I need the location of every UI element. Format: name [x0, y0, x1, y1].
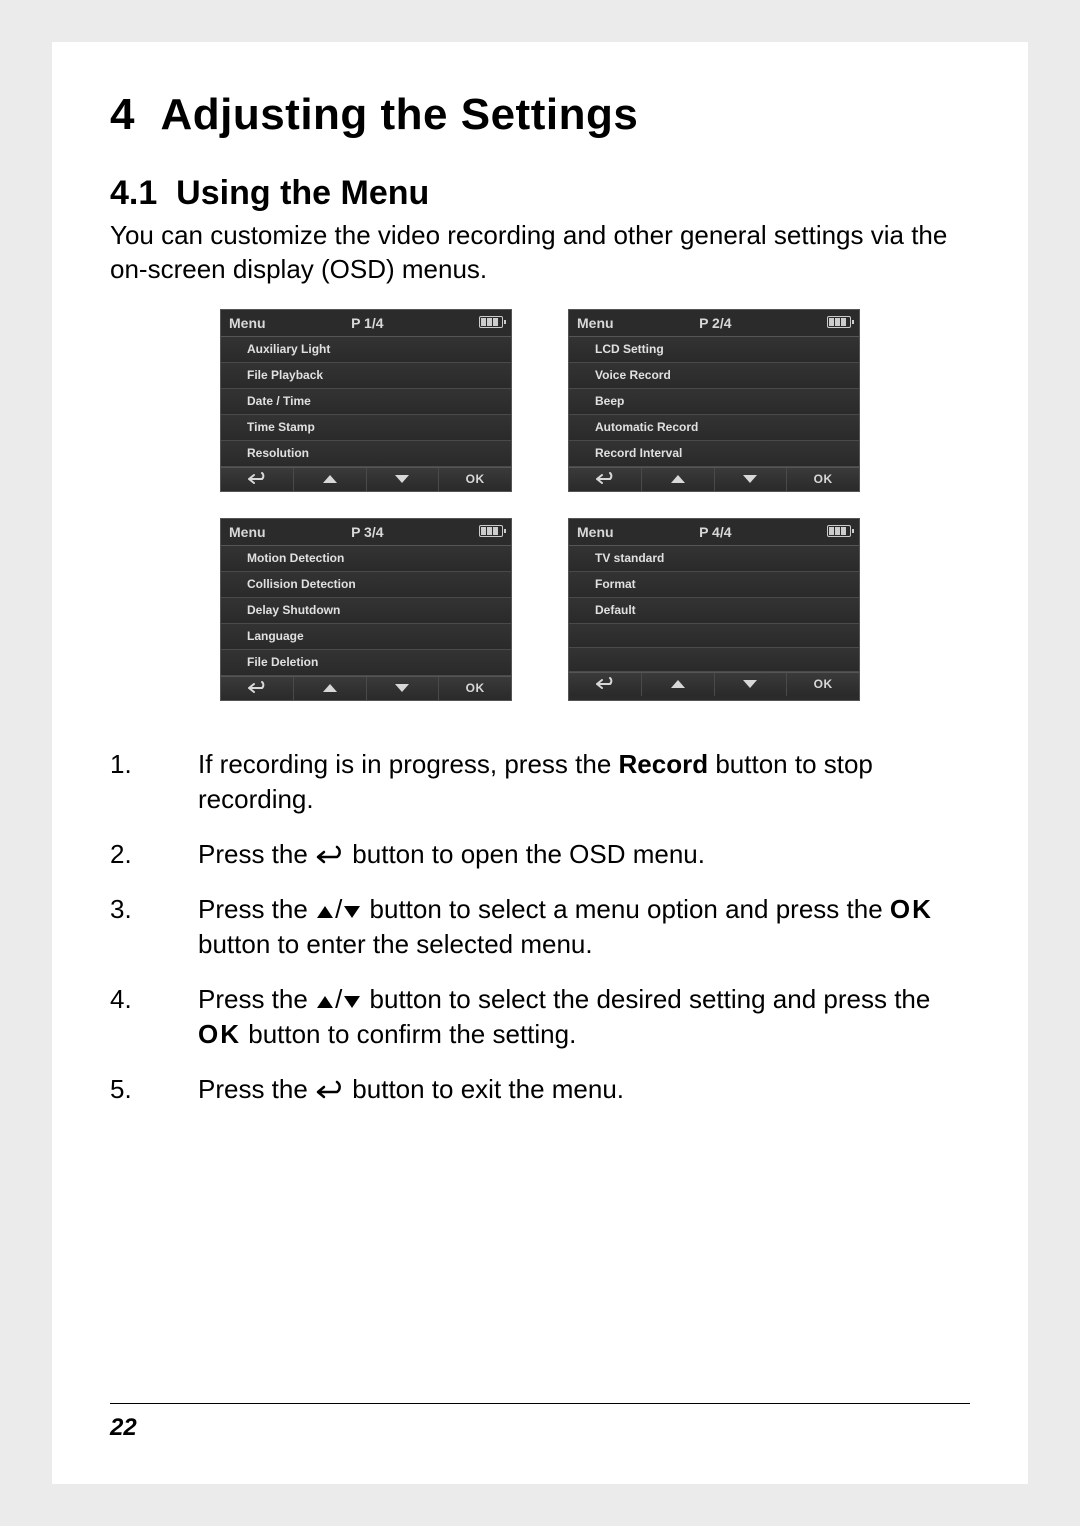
intro-paragraph: You can customize the video recording an…	[110, 219, 970, 287]
back-button[interactable]	[221, 468, 294, 491]
up-button[interactable]	[294, 468, 367, 491]
osd-page-indicator: P 4/4	[614, 524, 851, 540]
osd-item[interactable]: Delay Shutdown	[221, 598, 511, 624]
osd-item[interactable]: Default	[569, 598, 859, 624]
up-button[interactable]	[642, 468, 715, 491]
osd-menu-4: Menu P 4/4 TV standard Format Default OK	[568, 518, 860, 701]
osd-title: Menu	[577, 524, 614, 540]
osd-item	[569, 624, 859, 648]
osd-menu-2: Menu P 2/4 LCD Setting Voice Record Beep…	[568, 309, 860, 492]
down-triangle-icon	[342, 904, 362, 920]
down-button[interactable]	[367, 468, 440, 491]
step-2: Press the button to open the OSD menu.	[110, 837, 970, 872]
chapter-heading: 4 Adjusting the Settings	[110, 90, 970, 140]
section-title: Using the Menu	[176, 174, 429, 212]
osd-item[interactable]: Collision Detection	[221, 572, 511, 598]
osd-page-indicator: P 3/4	[266, 524, 503, 540]
osd-menu-1: Menu P 1/4 Auxiliary Light File Playback…	[220, 309, 512, 492]
osd-page-indicator: P 2/4	[614, 315, 851, 331]
osd-nav-bar: OK	[569, 672, 859, 696]
osd-item[interactable]: Resolution	[221, 441, 511, 467]
section-heading: 4.1 Using the Menu	[110, 174, 970, 213]
manual-page: 4 Adjusting the Settings 4.1 Using the M…	[52, 42, 1028, 1484]
step-1: If recording is in progress, press the R…	[110, 747, 970, 817]
chapter-number: 4	[110, 90, 135, 139]
step-5: Press the button to exit the menu.	[110, 1072, 970, 1107]
step-4: Press the / button to select the desired…	[110, 982, 970, 1052]
osd-item[interactable]: Date / Time	[221, 389, 511, 415]
osd-title: Menu	[229, 315, 266, 331]
battery-icon	[479, 316, 503, 328]
osd-nav-bar: OK	[569, 467, 859, 491]
osd-item	[569, 648, 859, 672]
osd-item[interactable]: File Playback	[221, 363, 511, 389]
battery-icon	[827, 316, 851, 328]
osd-header: Menu P 2/4	[569, 310, 859, 337]
osd-item[interactable]: Voice Record	[569, 363, 859, 389]
return-icon	[315, 845, 345, 865]
ok-button[interactable]: OK	[439, 468, 511, 491]
osd-header: Menu P 4/4	[569, 519, 859, 546]
back-button[interactable]	[569, 468, 642, 491]
osd-title: Menu	[229, 524, 266, 540]
page-number: 22	[110, 1414, 137, 1442]
up-triangle-icon	[315, 994, 335, 1010]
osd-item[interactable]: Automatic Record	[569, 415, 859, 441]
osd-header: Menu P 3/4	[221, 519, 511, 546]
osd-item[interactable]: Motion Detection	[221, 546, 511, 572]
up-button[interactable]	[642, 673, 715, 696]
osd-item[interactable]: Format	[569, 572, 859, 598]
section-number: 4.1	[110, 174, 157, 212]
up-button[interactable]	[294, 677, 367, 700]
down-button[interactable]	[367, 677, 440, 700]
osd-item[interactable]: LCD Setting	[569, 337, 859, 363]
down-button[interactable]	[715, 673, 788, 696]
down-button[interactable]	[715, 468, 788, 491]
osd-page-indicator: P 1/4	[266, 315, 503, 331]
footer-rule	[110, 1403, 970, 1404]
osd-menu-3: Menu P 3/4 Motion Detection Collision De…	[220, 518, 512, 701]
return-icon	[315, 1080, 345, 1100]
osd-nav-bar: OK	[221, 467, 511, 491]
osd-item[interactable]: Time Stamp	[221, 415, 511, 441]
up-triangle-icon	[315, 904, 335, 920]
chapter-title: Adjusting the Settings	[160, 90, 638, 139]
osd-item[interactable]: Auxiliary Light	[221, 337, 511, 363]
back-button[interactable]	[569, 673, 642, 696]
osd-title: Menu	[577, 315, 614, 331]
osd-item[interactable]: Beep	[569, 389, 859, 415]
osd-nav-bar: OK	[221, 676, 511, 700]
osd-item[interactable]: File Deletion	[221, 650, 511, 676]
record-label: Record	[619, 749, 709, 779]
step-3: Press the / button to select a menu opti…	[110, 892, 970, 962]
battery-icon	[827, 525, 851, 537]
ok-button[interactable]: OK	[439, 677, 511, 700]
instruction-list: If recording is in progress, press the R…	[110, 747, 970, 1108]
osd-item[interactable]: TV standard	[569, 546, 859, 572]
osd-menu-grid: Menu P 1/4 Auxiliary Light File Playback…	[220, 309, 860, 701]
down-triangle-icon	[342, 994, 362, 1010]
ok-label: OK	[890, 894, 933, 924]
osd-header: Menu P 1/4	[221, 310, 511, 337]
ok-label: OK	[198, 1019, 241, 1049]
battery-icon	[479, 525, 503, 537]
back-button[interactable]	[221, 677, 294, 700]
ok-button[interactable]: OK	[787, 468, 859, 491]
osd-item[interactable]: Language	[221, 624, 511, 650]
ok-button[interactable]: OK	[787, 673, 859, 696]
osd-item[interactable]: Record Interval	[569, 441, 859, 467]
